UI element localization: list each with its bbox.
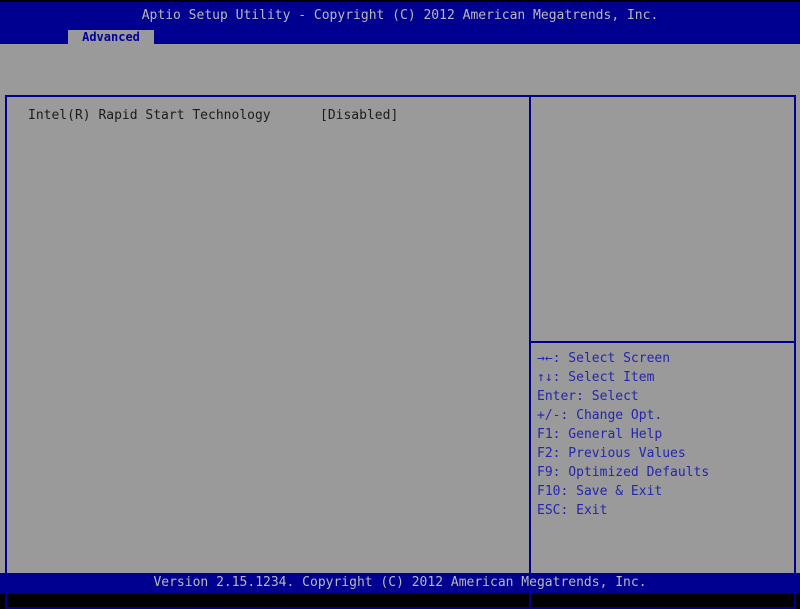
setting-value[interactable]: [Disabled] <box>320 108 398 123</box>
key-legend-line: →←: Select Screen <box>537 351 671 366</box>
key-legend-line: +/-: Change Opt. <box>537 408 663 423</box>
help-description-area <box>531 97 794 341</box>
menu-tab-row: Advanced <box>0 30 800 45</box>
key-legend-line: F1: General Help <box>537 427 663 442</box>
bios-setup-screen: Aptio Setup Utility - Copyright (C) 2012… <box>0 0 800 609</box>
app-title: Aptio Setup Utility - Copyright (C) 2012… <box>141 8 659 23</box>
key-legend-line: Enter: Select <box>537 389 639 404</box>
version-bar: Version 2.15.1234. Copyright (C) 2012 Am… <box>0 573 800 593</box>
key-legend-line: F9: Optimized Defaults <box>537 465 710 480</box>
body-background: Intel(R) Rapid Start Technology [Disable… <box>0 44 800 609</box>
key-legend-line: F10: Save & Exit <box>537 484 663 499</box>
help-panel-divider <box>531 341 794 343</box>
tab-advanced[interactable]: Advanced <box>68 30 154 45</box>
setting-row-rapid-start[interactable]: Intel(R) Rapid Start Technology [Disable… <box>7 108 529 124</box>
setting-label: Intel(R) Rapid Start Technology <box>28 108 271 123</box>
content-frame: Intel(R) Rapid Start Technology [Disable… <box>5 95 796 609</box>
key-legend-line: F2: Previous Values <box>537 446 686 461</box>
key-legend-line: ↑↓: Select Item <box>537 370 655 385</box>
key-legend: →←: Select Screen ↑↓: Select Item Enter:… <box>537 349 794 520</box>
version-text: Version 2.15.1234. Copyright (C) 2012 Am… <box>153 575 647 590</box>
key-legend-line: ESC: Exit <box>537 503 608 518</box>
title-bar: Aptio Setup Utility - Copyright (C) 2012… <box>0 2 800 30</box>
